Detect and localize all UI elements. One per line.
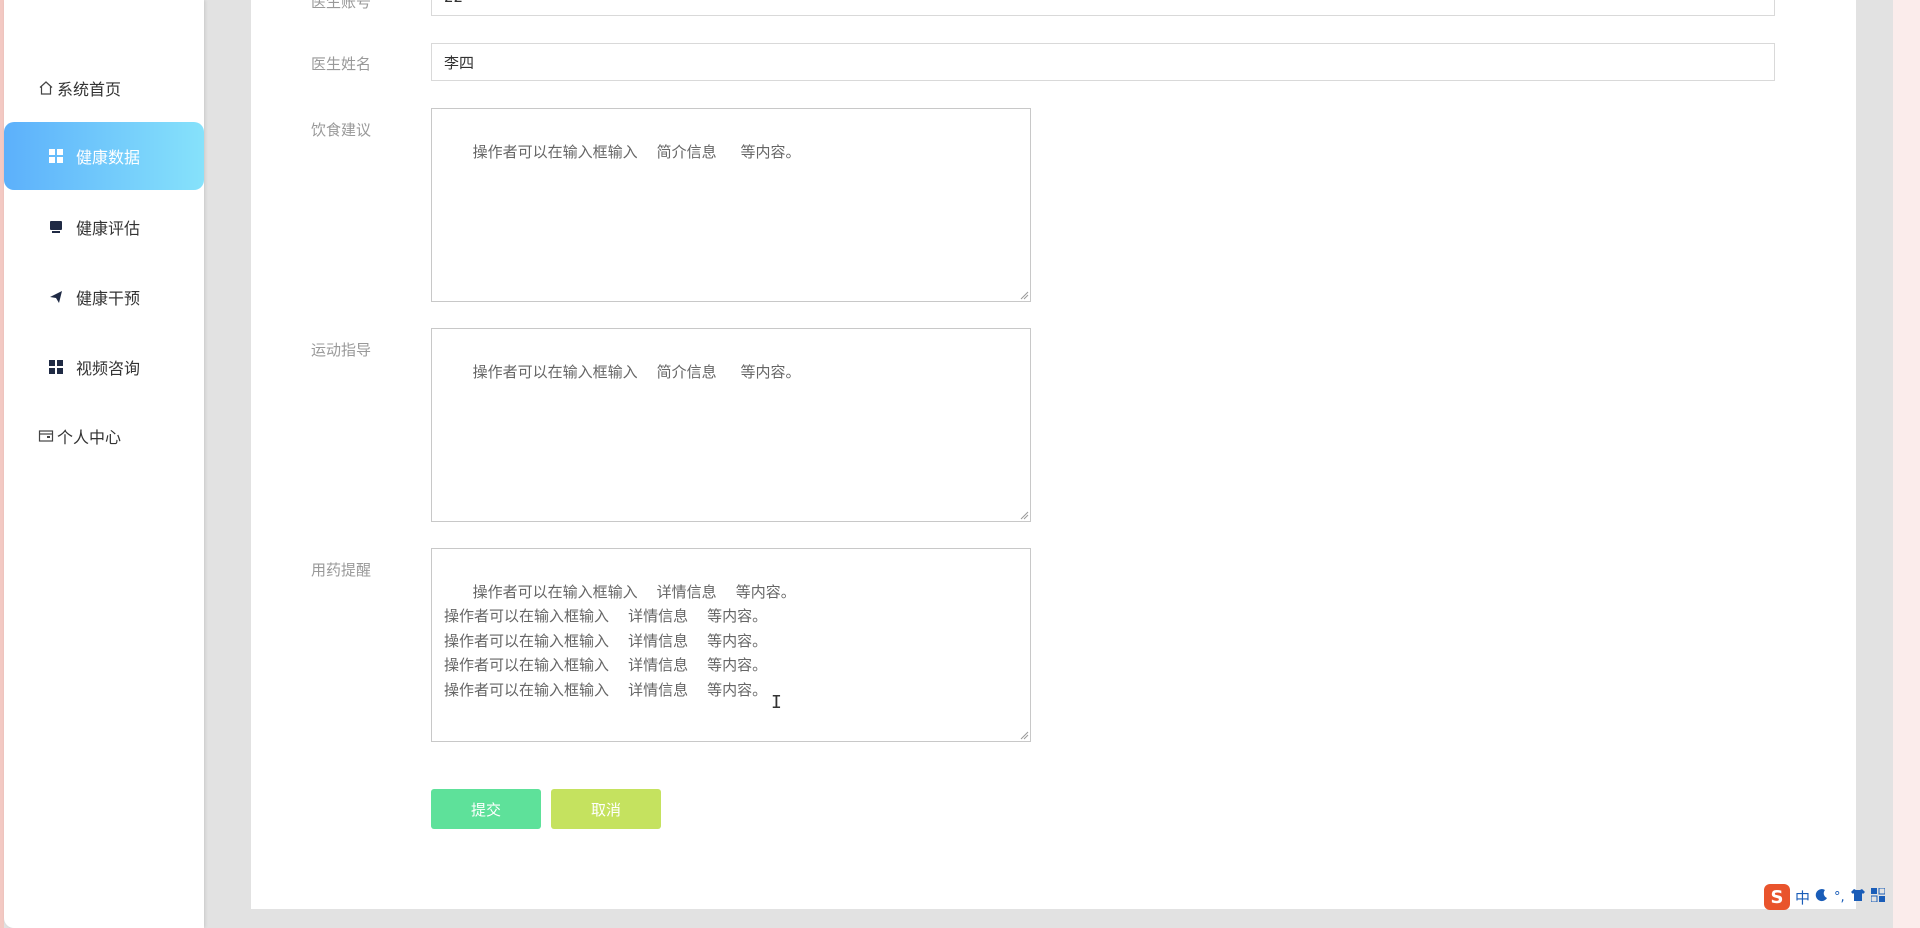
ime-toolbar[interactable]: S 中 °, [1764,882,1920,912]
resize-grip-icon[interactable] [1019,730,1029,740]
sidebar-item-health-intervention[interactable]: 健康干预 [4,263,204,331]
text-cursor-icon: I [771,692,782,713]
sidebar-item-personal-center[interactable]: 个人中心 [4,402,204,470]
doctor-name-input[interactable]: 李四 [431,43,1775,81]
diet-advice-textarea[interactable]: 操作者可以在输入框输入 简介信息 等内容。 [431,108,1031,302]
sidebar-item-label: 个人中心 [57,428,122,447]
sidebar-item-health-data[interactable]: 健康数据 [4,122,204,190]
medication-reminder-value: 操作者可以在输入框输入 详情信息 等内容。 操作者可以在输入框输入 详情信息 等… [444,582,796,699]
doctor-account-label: 医生账号 [310,0,371,11]
cancel-button[interactable]: 取消 [551,789,661,829]
medication-reminder-textarea[interactable]: 操作者可以在输入框输入 详情信息 等内容。 操作者可以在输入框输入 详情信息 等… [431,548,1031,742]
ime-mode-toggle[interactable]: 中 [1795,887,1810,908]
sidebar-item-label: 健康数据 [76,148,141,167]
sidebar: 系统首页 健康数据 健康评估 健康干预 视频咨询 个人中心 [4,0,204,928]
punctuation-icon[interactable]: °, [1834,890,1845,905]
sidebar-item-label: 健康评估 [76,219,141,238]
sidebar-item-health-assessment[interactable]: 健康评估 [4,193,204,261]
window-right-edge [1893,0,1920,928]
exercise-guidance-label: 运动指导 [310,341,371,359]
sidebar-item-label: 视频咨询 [76,359,141,378]
resize-grip-icon[interactable] [1019,290,1029,300]
shirt-icon[interactable] [1850,888,1866,906]
app-root: 系统首页 健康数据 健康评估 健康干预 视频咨询 个人中心 医生账号 医生姓名 … [0,0,1920,928]
diet-advice-label: 饮食建议 [310,121,371,139]
doctor-account-input[interactable]: 22 [431,0,1775,16]
sidebar-item-label: 系统首页 [57,80,122,99]
sidebar-item-home[interactable]: 系统首页 [4,54,204,122]
ime-logo-icon[interactable]: S [1764,884,1790,910]
exercise-guidance-textarea[interactable]: 操作者可以在输入框输入 简介信息 等内容。 [431,328,1031,522]
doctor-name-label: 医生姓名 [310,55,371,73]
grid-icon [47,147,65,165]
grid-icon [47,358,65,376]
exercise-guidance-value: 操作者可以在输入框输入 简介信息 等内容。 [472,362,801,381]
sidebar-item-label: 健康干预 [76,289,141,308]
resize-grip-icon[interactable] [1019,510,1029,520]
moon-icon[interactable] [1815,888,1829,906]
grid-icon[interactable] [1870,887,1886,906]
doctor-account-value: 22 [444,0,463,6]
form-panel: 医生账号 22 医生姓名 李四 饮食建议 操作者可以在输入框输入 简介信息 等内… [251,0,1856,909]
doctor-name-value: 李四 [444,53,475,72]
medication-reminder-label: 用药提醒 [310,561,371,579]
submit-button[interactable]: 提交 [431,789,541,829]
home-outline-icon [37,79,55,97]
sidebar-item-video-consult[interactable]: 视频咨询 [4,333,204,401]
paper-plane-icon [47,288,65,306]
wallet-outline-icon [37,427,55,445]
monitor-icon [47,218,65,236]
diet-advice-value: 操作者可以在输入框输入 简介信息 等内容。 [472,142,801,161]
